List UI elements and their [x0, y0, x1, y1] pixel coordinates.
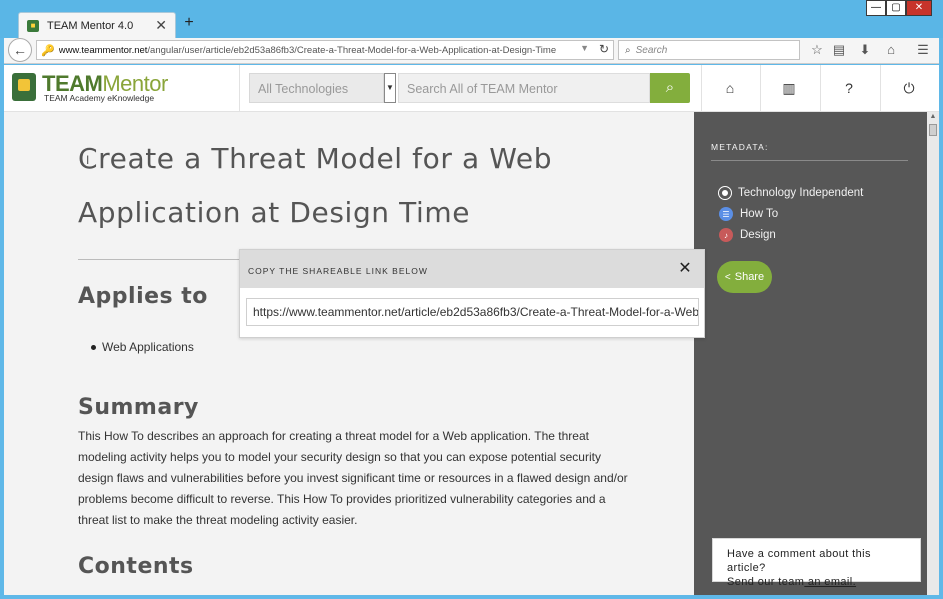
logo-mark-icon: [12, 73, 36, 101]
window-close-button[interactable]: ✕: [906, 0, 932, 16]
home-icon[interactable]: ⌂: [721, 79, 739, 97]
circle-icon: [718, 186, 732, 200]
metadata-label: Technology Independent: [738, 187, 864, 199]
window-titlebar: ■ TEAM Mentor 4.0 ✕ + — ▢ ✕: [0, 0, 943, 38]
search-icon: ⌕: [625, 44, 631, 56]
teammentor-favicon-icon: ■: [27, 19, 39, 32]
metadata-label: How To: [740, 208, 779, 220]
power-icon[interactable]: ⏻: [900, 79, 918, 97]
share-link-modal: COPY THE SHAREABLE LINK BELOW ✕ https://…: [239, 249, 705, 338]
tab-close-icon[interactable]: ✕: [155, 17, 167, 34]
metadata-item-technology[interactable]: Technology Independent: [718, 185, 864, 201]
app-header: TEAMMentor TEAM Academy eKnowledge All T…: [4, 65, 939, 112]
menu-icon[interactable]: ☰: [914, 41, 932, 59]
summary-paragraph: This How To describes an approach for cr…: [78, 429, 628, 527]
page-title: Create a Threat Model for a Web Applicat…: [78, 142, 553, 229]
guitar-icon: ♪: [719, 228, 733, 242]
address-bar[interactable]: 🔑 www.teammentor.net/angular/user/articl…: [36, 40, 614, 60]
page-viewport: TEAMMentor TEAM Academy eKnowledge All T…: [4, 65, 939, 595]
article-body: Create a Threat Model for a Web Applicat…: [4, 112, 694, 595]
email-link[interactable]: an email.: [804, 576, 856, 588]
comment-line-2: Send our team an email.: [727, 575, 906, 589]
url-path: /angular/user/article/eb2d53a86fb3/Creat…: [147, 44, 557, 56]
share-icon: <: [724, 271, 731, 283]
download-icon[interactable]: ⬇: [856, 41, 874, 59]
header-divider: [239, 65, 240, 112]
reading-list-icon[interactable]: ▤: [830, 41, 848, 59]
browser-home-icon[interactable]: ⌂: [882, 41, 900, 59]
new-tab-button[interactable]: +: [180, 14, 198, 32]
scroll-up-icon[interactable]: ▲: [927, 112, 939, 122]
metadata-item-type[interactable]: ☰ How To: [719, 206, 778, 222]
reload-icon[interactable]: ↻: [599, 42, 609, 56]
browser-search-input[interactable]: ⌕ Search: [618, 40, 800, 60]
tab-title: TEAM Mentor 4.0: [47, 19, 134, 32]
close-icon[interactable]: ✕: [677, 261, 693, 277]
list-item: Web Applications: [91, 340, 194, 354]
applies-to-heading: Applies to: [78, 284, 208, 309]
url-host: www.teammentor.net: [58, 44, 148, 56]
maximize-button[interactable]: ▢: [886, 0, 906, 16]
header-divider: [880, 65, 881, 112]
browser-tab[interactable]: ■ TEAM Mentor 4.0 ✕: [18, 12, 176, 38]
modal-title: COPY THE SHAREABLE LINK BELOW: [248, 266, 428, 276]
help-icon[interactable]: ?: [840, 79, 858, 97]
share-button[interactable]: < Share: [717, 261, 772, 293]
modal-header: COPY THE SHAREABLE LINK BELOW ✕: [240, 250, 704, 288]
text-cursor-icon: I: [86, 153, 90, 167]
technology-select[interactable]: All Technologies: [249, 73, 384, 103]
scroll-thumb[interactable]: [929, 124, 937, 136]
library-search-input[interactable]: Search All of TEAM Mentor: [398, 73, 650, 103]
comment-prefix: Send our team: [727, 576, 805, 588]
page-scrollbar[interactable]: ▲: [927, 112, 939, 595]
teammentor-logo[interactable]: TEAMMentor TEAM Academy eKnowledge: [12, 71, 212, 105]
url-text: www.teammentor.net/angular/user/article/…: [59, 45, 556, 56]
comment-callout: Have a comment about this article? Send …: [712, 538, 921, 588]
search-button[interactable]: ⌕: [650, 73, 690, 103]
back-arrow-icon[interactable]: ←: [8, 38, 32, 62]
summary-heading: Summary: [78, 395, 199, 420]
select-chevron-down-icon[interactable]: ▼: [384, 73, 396, 103]
contents-heading: Contents: [78, 554, 194, 579]
header-divider: [701, 65, 702, 112]
share-label: Share: [734, 271, 765, 283]
bookmark-star-icon[interactable]: ☆: [808, 41, 826, 59]
metadata-item-phase[interactable]: ♪ Design: [719, 227, 776, 243]
comment-line-1: Have a comment about this article?: [727, 548, 871, 574]
url-dropdown-icon[interactable]: ▼: [580, 43, 589, 53]
metadata-title: METADATA:: [711, 142, 769, 152]
share-link-field[interactable]: https://www.teammentor.net/article/eb2d5…: [246, 298, 699, 326]
browser-search-placeholder: Search: [635, 44, 668, 56]
library-icon[interactable]: ▥: [780, 79, 798, 97]
browser-navbar: ← 🔑 www.teammentor.net/angular/user/arti…: [4, 38, 939, 64]
metadata-label: Design: [740, 229, 776, 241]
minimize-button[interactable]: —: [866, 0, 886, 16]
site-info-icon[interactable]: 🔑: [41, 44, 55, 57]
logo-tagline: TEAM Academy eKnowledge: [44, 93, 155, 103]
list-icon: ☰: [719, 207, 733, 221]
header-divider: [760, 65, 761, 112]
header-divider: [820, 65, 821, 112]
search-icon: ⌕: [665, 79, 675, 96]
metadata-sidebar: METADATA: Technology Independent ☰ How T…: [694, 112, 927, 595]
metadata-divider: [711, 160, 908, 161]
